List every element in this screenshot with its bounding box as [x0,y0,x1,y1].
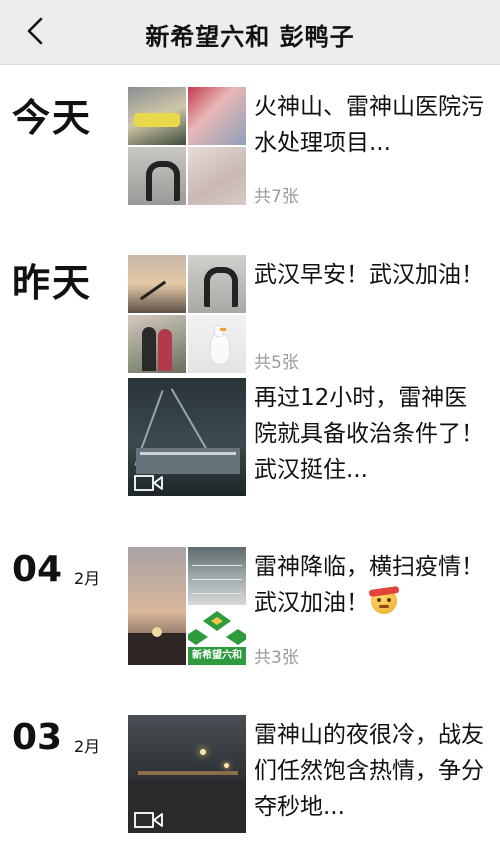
post-item[interactable]: 火神山、雷神山医院污水处理项目... 共7张 [128,87,500,207]
brand-logo-text: 新希望六和 [188,647,246,665]
photo-thumbnail [188,315,246,373]
brand-logo-icon [188,611,246,645]
photo-grid [128,255,246,373]
post-text: 雷神山的夜很冷，战友们任然饱含热情，争分夺秒地... [254,722,484,820]
photo-count: 共7张 [254,187,299,207]
post-item[interactable]: 武汉早安！武汉加油！ 共5张 [128,255,500,373]
video-icon [134,812,163,828]
date-month: 2月 [74,737,101,756]
angry-face-emoji-icon [368,585,400,614]
date-day: 03 [12,717,63,758]
post-text-body: 雷神降临，横扫疫情！武汉加油！ [254,554,484,616]
date-label: 今天 [12,96,93,140]
photo-count: 共3张 [254,648,299,668]
post-text: 再过12小时，雷神医院就具备收治条件了！武汉挺住... [254,385,484,483]
photo-count: 共5张 [254,353,299,373]
date-day: 04 [12,549,63,590]
page-title: 新希望六和 彭鸭子 [145,23,355,51]
date-label: 昨天 [12,261,93,305]
video-thumbnail [128,378,246,496]
photo-thumbnail [188,547,246,605]
post-text: 火神山、雷神山医院污水处理项目... [254,94,484,156]
photo-thumbnail [128,255,186,313]
photo-thumbnail [128,87,186,145]
video-post-item[interactable]: 再过12小时，雷神医院就具备收治条件了！武汉挺住... [128,378,500,498]
nav-bar: 新希望六和 彭鸭子 [0,0,500,65]
photo-grid [128,87,246,205]
date-month: 2月 [74,569,101,588]
photo-thumbnail [188,255,246,313]
video-post-item[interactable]: 雷神山的夜很冷，战友们任然饱含热情，争分夺秒地... [128,715,500,835]
brand-logo-thumbnail: 新希望六和 [188,607,246,665]
photo-thumbnail [188,147,246,205]
photo-grid: 新希望六和 [128,547,246,665]
post-text: 武汉早安！武汉加油！ [254,262,484,288]
post-text: 雷神降临，横扫疫情！武汉加油！ [254,549,486,621]
photo-thumbnail [188,87,246,145]
video-thumbnail [128,715,246,833]
photo-thumbnail [128,315,186,373]
photo-thumbnail [128,147,186,205]
post-item[interactable]: 新希望六和 雷神降临，横扫疫情！武汉加油！ 共3张 [128,547,500,668]
post-list: 今天 火神山、雷神山医院污水处理项目... 共7张 昨天 武汉早安！武汉加油！ … [0,65,500,849]
photo-thumbnail [128,547,186,665]
video-icon [134,475,163,491]
